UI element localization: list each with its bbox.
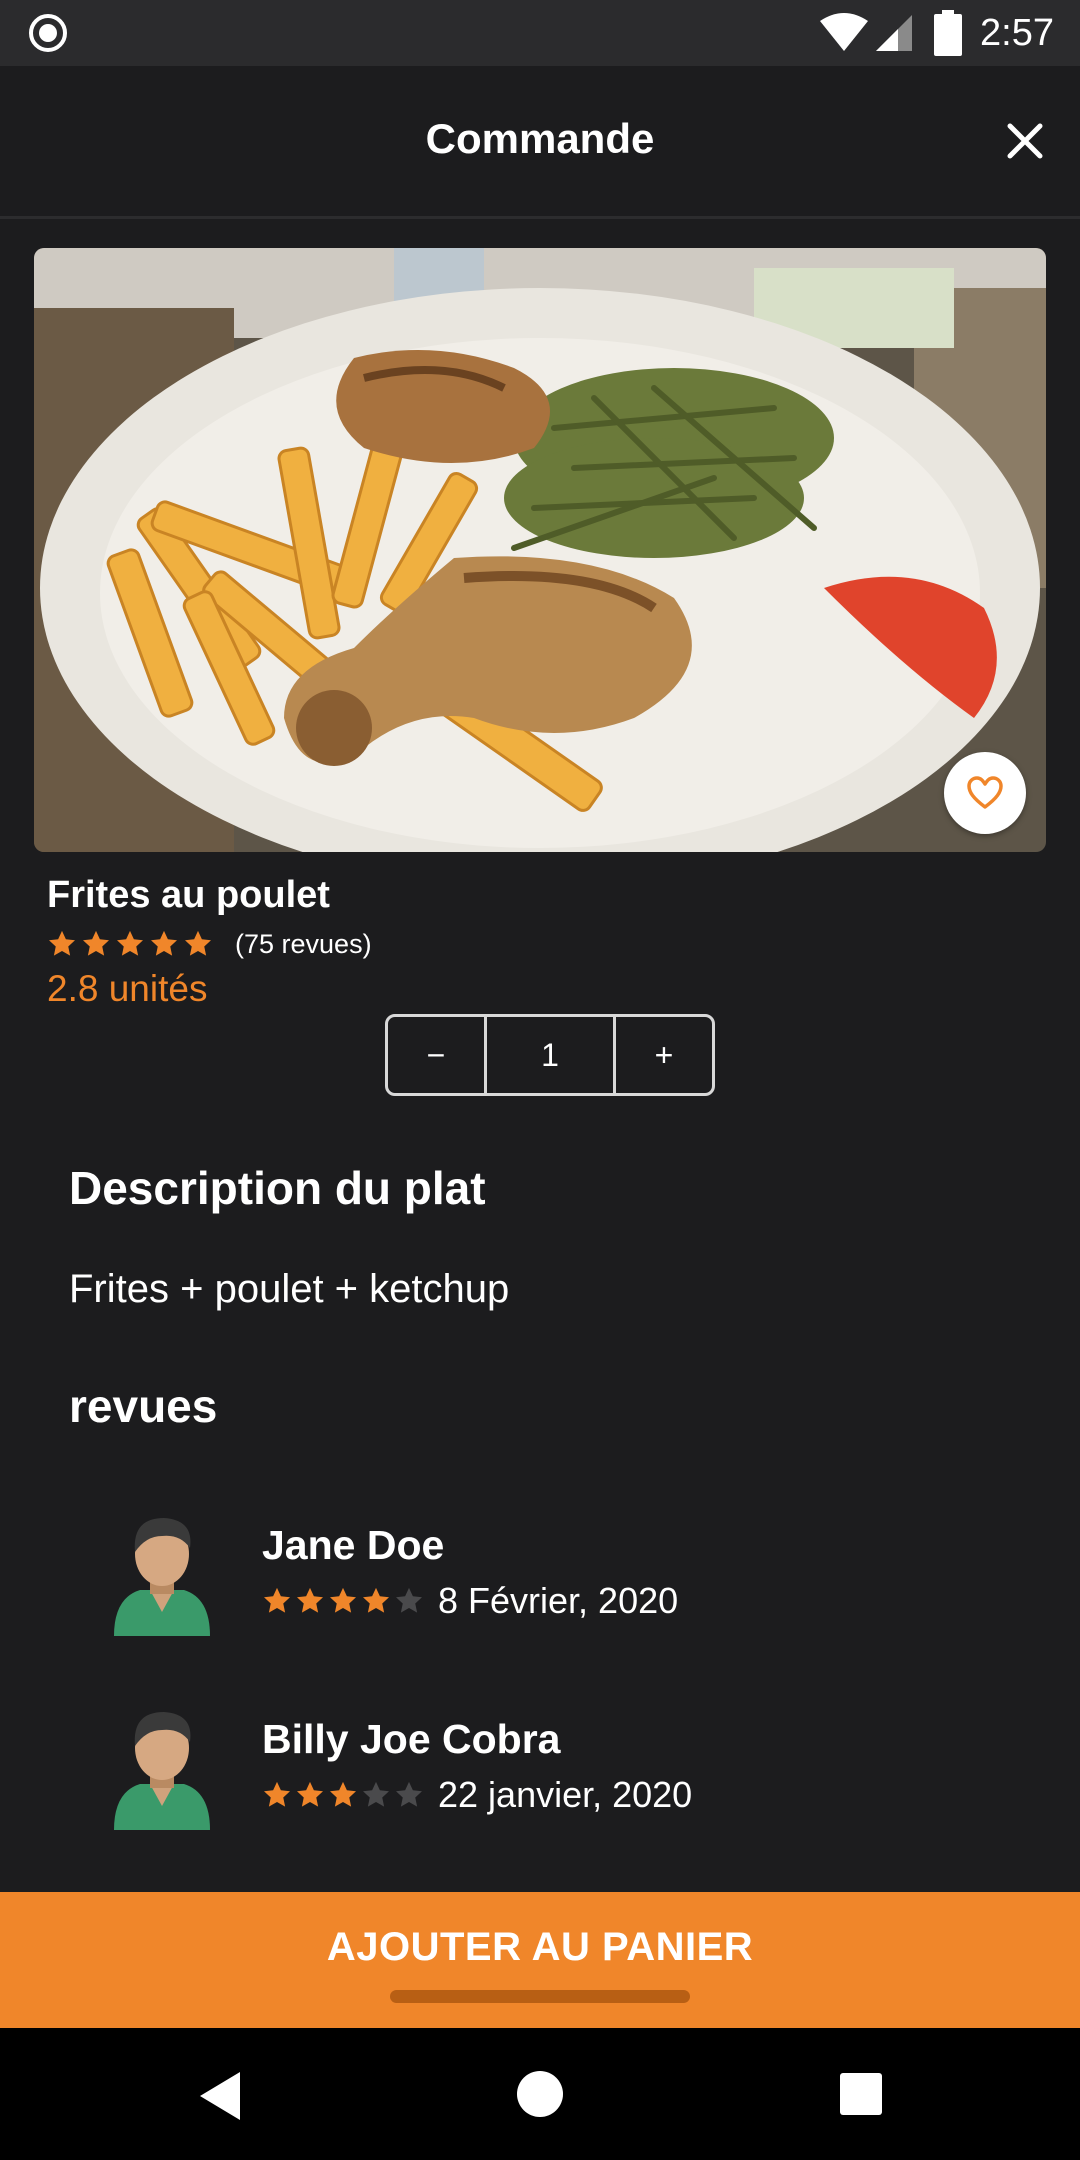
increase-button[interactable]: + [613, 1017, 712, 1093]
star-filled-icon [264, 1587, 290, 1613]
add-to-cart-button[interactable]: AJOUTER AU PANIER [0, 1892, 1080, 2028]
wifi-icon [820, 13, 868, 51]
star-filled-icon [83, 930, 109, 956]
star-empty-icon [396, 1781, 422, 1807]
star-filled-icon [297, 1781, 323, 1807]
star-filled-icon [363, 1587, 389, 1613]
reviewer-name: Jane Doe [262, 1522, 445, 1568]
review-date: 22 janvier, 2020 [438, 1774, 693, 1815]
review-count: (75 revues) [235, 928, 372, 959]
dish-price: 2.8 unités [47, 968, 208, 1009]
star-filled-icon [330, 1781, 356, 1807]
star-filled-icon [330, 1587, 356, 1613]
system-nav-bar [0, 2028, 1080, 2160]
heart-icon [967, 776, 1003, 809]
home-icon[interactable] [516, 2070, 564, 2118]
status-bar: 2:57 [0, 0, 1080, 66]
star-filled-icon [49, 930, 75, 956]
review-meta: 8 Février, 2020 [262, 1578, 678, 1624]
star-rating [47, 929, 213, 959]
review-star-rating [262, 1586, 424, 1616]
avatar-icon [114, 1518, 210, 1636]
status-time: 2:57 [980, 12, 1054, 54]
quantity-value: 1 [541, 1036, 559, 1073]
decrease-button[interactable]: − [388, 1017, 487, 1093]
star-empty-icon [363, 1781, 389, 1807]
star-filled-icon [185, 930, 211, 956]
star-filled-icon [151, 930, 177, 956]
reviewer-name: Billy Joe Cobra [262, 1716, 561, 1762]
star-filled-icon [297, 1587, 323, 1613]
review-item: Jane Doe 8 Février, 2020 [110, 1512, 1010, 1652]
description-heading: Description du plat [69, 1162, 486, 1214]
dish-name: Frites au poulet [47, 874, 330, 916]
app-header: Commande [0, 66, 1080, 219]
review-meta: 22 janvier, 2020 [262, 1772, 692, 1818]
avatar-icon [114, 1712, 210, 1830]
description-text: Frites + poulet + ketchup [69, 1267, 510, 1311]
star-filled-icon [117, 930, 143, 956]
page-title: Commande [425, 115, 655, 162]
quantity-stepper: − 1 + [385, 1014, 715, 1096]
gesture-pill [390, 1990, 690, 2003]
back-icon[interactable] [196, 2070, 244, 2122]
star-empty-icon [396, 1587, 422, 1613]
review-date: 8 Février, 2020 [438, 1580, 679, 1621]
reviews-heading: revues [69, 1380, 218, 1432]
dish-photo [34, 248, 1046, 852]
close-icon[interactable] [1000, 116, 1050, 166]
star-filled-icon [264, 1781, 290, 1807]
recents-icon[interactable] [839, 2072, 883, 2116]
review-star-rating [262, 1780, 424, 1810]
signal-icon [876, 15, 912, 51]
dish-rating: (75 revues) [47, 924, 372, 964]
review-item: Billy Joe Cobra 22 janvier, 2020 [110, 1706, 1010, 1846]
record-icon [29, 14, 67, 52]
battery-icon [934, 10, 962, 56]
favorite-button[interactable] [944, 752, 1026, 834]
add-to-cart-label: AJOUTER AU PANIER [326, 1925, 754, 1969]
